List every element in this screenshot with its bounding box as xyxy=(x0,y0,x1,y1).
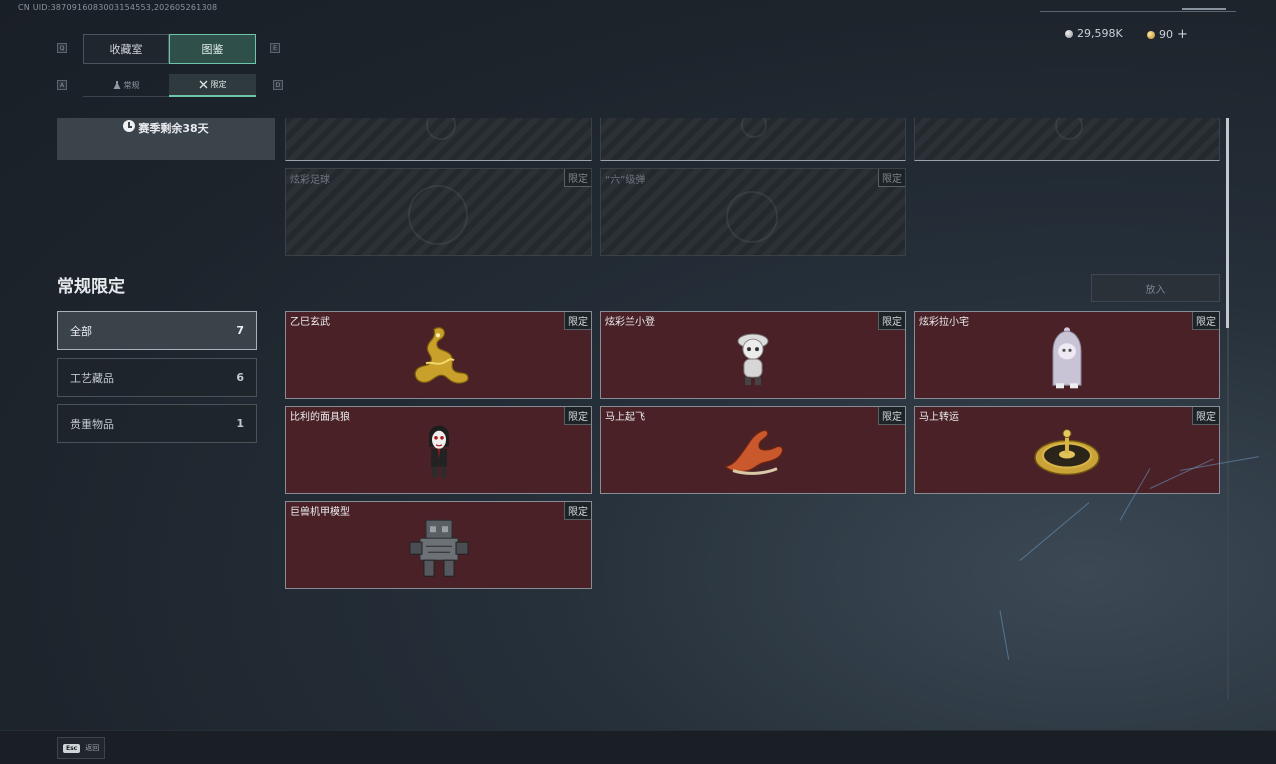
silver-coin-icon xyxy=(1065,29,1073,38)
category-count: 1 xyxy=(236,417,244,430)
puppet-icon xyxy=(428,425,449,478)
item-name: 炫彩拉小宅 xyxy=(919,317,969,328)
limited-tag: 限定 xyxy=(878,407,905,425)
flask-icon xyxy=(113,80,120,89)
key-hint-d: D xyxy=(273,80,283,90)
locked-silhouette-icon xyxy=(741,118,767,138)
limited-tag: 限定 xyxy=(1192,407,1219,425)
clock-icon xyxy=(123,120,136,132)
category-count: 7 xyxy=(236,324,244,337)
item-name: 乙巳玄武 xyxy=(290,317,330,328)
item-name: 巨兽机甲模型 xyxy=(290,507,350,518)
item-name: 马上转运 xyxy=(919,412,959,423)
golden-disc-icon xyxy=(1034,429,1100,476)
locked-item-card[interactable] xyxy=(914,118,1220,161)
subtab-limited-label: 限定 xyxy=(210,80,227,89)
uid-text: CN UID:3870916083003154553,202605261308 xyxy=(18,3,218,12)
flying-horse-icon xyxy=(723,429,784,475)
category-crafts[interactable]: 工艺藏品 6 xyxy=(57,358,257,397)
key-hint-a: A xyxy=(57,80,67,90)
subtab-limited[interactable]: 限定 xyxy=(169,74,256,97)
limited-tag: 限定 xyxy=(564,502,591,520)
season-panel: 赛季剩余38天 xyxy=(57,118,275,160)
back-label: 返回 xyxy=(85,744,100,752)
category-count: 6 xyxy=(236,371,244,384)
locked-silhouette-icon xyxy=(426,118,456,140)
item-card[interactable]: 马上起飞 限定 xyxy=(600,406,906,494)
back-button[interactable]: Esc 返回 xyxy=(57,737,106,759)
item-card[interactable]: 乙巳玄武 限定 xyxy=(285,311,592,399)
subtab-regular-label: 常规 xyxy=(123,80,140,90)
esc-key-hint: Esc xyxy=(63,743,81,753)
locked-silhouette-icon xyxy=(1055,118,1083,140)
currency-gold[interactable]: 90 + xyxy=(1147,27,1188,42)
category-valuables[interactable]: 贵重物品 1 xyxy=(57,404,257,443)
add-currency-button[interactable]: + xyxy=(1177,27,1188,42)
tab-collection-room[interactable]: 收藏室 xyxy=(83,34,169,64)
item-name: 比利的面具狼 xyxy=(290,412,350,423)
locked-item-card[interactable] xyxy=(285,118,592,161)
limited-tag: 限定 xyxy=(878,312,905,330)
locked-item-card[interactable] xyxy=(600,118,906,161)
header-accent xyxy=(1182,8,1226,10)
limited-tag: 限定 xyxy=(878,169,905,187)
tab-catalog[interactable]: 图鉴 xyxy=(169,34,256,64)
golden-dragon-icon xyxy=(414,327,469,384)
currency-silver-value: 29,598K xyxy=(1077,27,1123,40)
category-label: 贵重物品 xyxy=(70,417,114,431)
limited-tag: 限定 xyxy=(564,169,591,187)
item-card[interactable]: 炫彩拉小宅 限定 xyxy=(914,311,1220,399)
section-title: 常规限定 xyxy=(57,277,125,297)
key-hint-e: E xyxy=(270,43,280,53)
limited-tag: 限定 xyxy=(564,312,591,330)
item-name: 马上起飞 xyxy=(605,412,645,423)
item-card[interactable]: 马上转运 限定 xyxy=(914,406,1220,494)
season-remaining: 赛季剩余38天 xyxy=(138,122,209,135)
scrollbar-thumb[interactable] xyxy=(1226,118,1229,328)
locked-item-card[interactable]: 炫彩足球 限定 xyxy=(285,168,592,256)
bottom-bar xyxy=(0,730,1276,764)
gold-coin-icon xyxy=(1147,30,1155,39)
category-all[interactable]: 全部 7 xyxy=(57,311,257,350)
shell-silhouette-icon xyxy=(726,191,778,243)
currency-gold-value: 90 xyxy=(1159,28,1173,41)
crossed-swords-icon xyxy=(199,80,207,89)
key-hint-q: Q xyxy=(57,43,67,53)
item-name: 炫彩兰小登 xyxy=(605,317,655,328)
locked-item-card[interactable]: “六”级弹 限定 xyxy=(600,168,906,256)
limited-tag: 限定 xyxy=(564,407,591,425)
item-card[interactable]: 巨兽机甲模型 限定 xyxy=(285,501,592,589)
hooded-figurine-icon xyxy=(1052,327,1082,389)
put-in-button[interactable]: 放入 xyxy=(1091,274,1220,302)
mecha-model-icon xyxy=(409,519,468,577)
subtab-regular[interactable]: 常规 xyxy=(83,74,169,97)
locked-item-name: “六”级弹 xyxy=(605,175,646,186)
limited-tag: 限定 xyxy=(1192,312,1219,330)
football-silhouette-icon xyxy=(408,185,468,245)
item-card[interactable]: 炫彩兰小登 限定 xyxy=(600,311,906,399)
category-label: 全部 xyxy=(70,324,92,338)
currency-silver: 29,598K xyxy=(1065,27,1123,40)
category-label: 工艺藏品 xyxy=(70,371,114,385)
item-card[interactable]: 比利的面具狼 限定 xyxy=(285,406,592,494)
header-divider xyxy=(1040,11,1236,12)
figurine-icon xyxy=(737,333,769,386)
locked-item-name: 炫彩足球 xyxy=(290,175,330,186)
